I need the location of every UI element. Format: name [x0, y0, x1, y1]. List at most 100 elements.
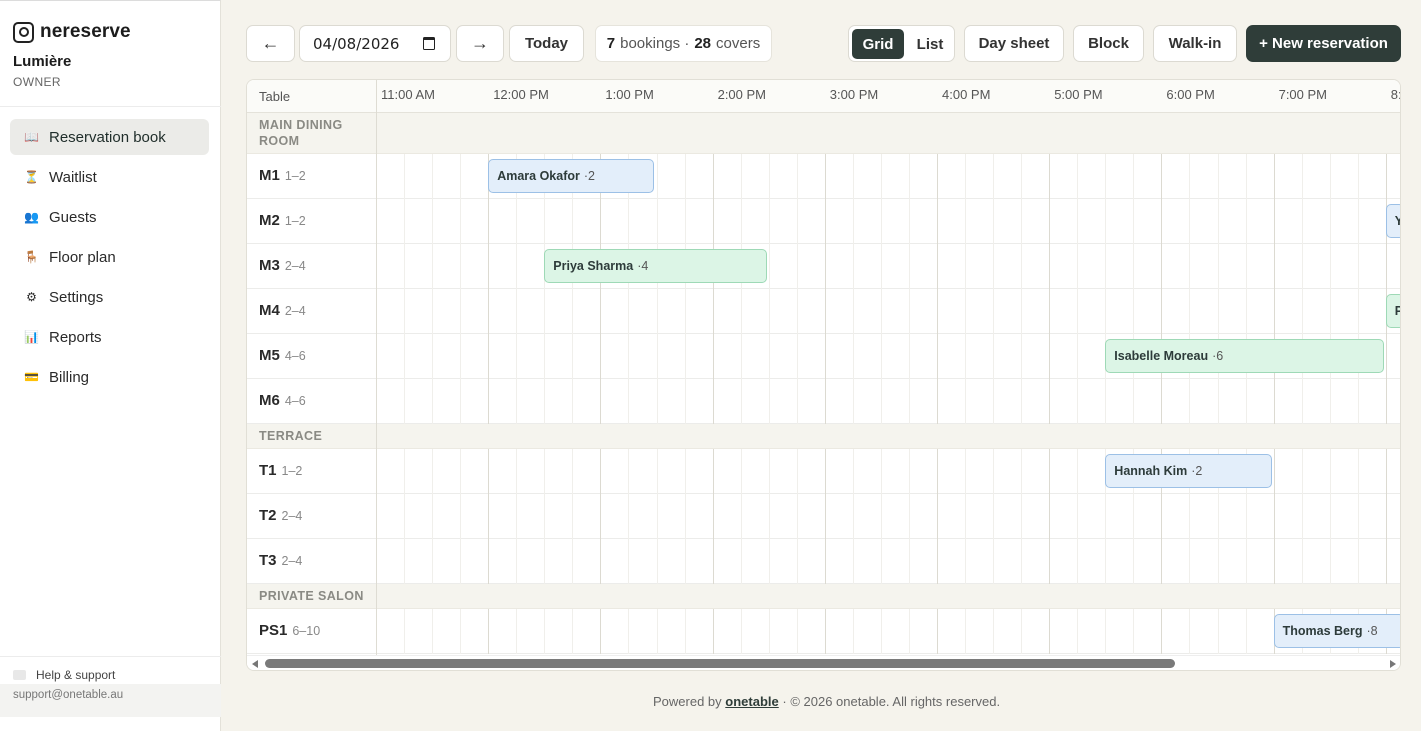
grid-line: [516, 379, 518, 424]
booking-block[interactable]: Hannah Kim ·2: [1105, 454, 1272, 488]
grid-line: [1049, 334, 1051, 379]
grid-line: [880, 539, 882, 584]
day-sheet-button[interactable]: Day sheet: [964, 25, 1064, 62]
scroll-left-icon[interactable]: [252, 660, 258, 668]
grid-line: [544, 289, 546, 334]
booking-block[interactable]: P: [1385, 294, 1400, 328]
grid-line: [1189, 609, 1191, 654]
booking-block[interactable]: Thomas Berg ·8: [1273, 614, 1400, 648]
table-name[interactable]: M3 2–4: [259, 257, 306, 274]
grid-line: [432, 154, 434, 199]
booking-guest: Amara Okafor: [497, 169, 580, 183]
grid-line: [684, 154, 686, 199]
grid-line: [460, 609, 462, 654]
grid-line: [1133, 609, 1135, 654]
booking-block[interactable]: Priya Sharma ·4: [544, 249, 767, 283]
grid-line: [852, 539, 854, 584]
grid-line: [600, 449, 602, 494]
prev-day-button[interactable]: ←: [246, 25, 295, 62]
table-name[interactable]: T2 2–4: [259, 507, 302, 524]
grid-line: [628, 539, 630, 584]
grid-line: [600, 494, 602, 539]
table-name[interactable]: M5 4–6: [259, 347, 306, 364]
grid-line: [1357, 199, 1359, 244]
grid-line: [796, 539, 798, 584]
grid-line: [1301, 289, 1303, 334]
grid-line: [937, 539, 938, 584]
grid-line: [600, 539, 602, 584]
table-name[interactable]: M6 4–6: [259, 392, 306, 409]
grid-line: [1077, 449, 1079, 494]
booking-block[interactable]: Amara Okafor ·2: [488, 159, 655, 193]
today-button[interactable]: Today: [509, 25, 584, 62]
grid-line: [796, 244, 798, 289]
next-day-button[interactable]: →: [456, 25, 504, 62]
grid-line: [1217, 609, 1219, 654]
grid-line: [1385, 334, 1387, 379]
grid-line: [824, 539, 826, 584]
grid-line: [965, 539, 967, 584]
sidebar-item-waitlist[interactable]: ⏳ Waitlist: [10, 159, 209, 195]
horizontal-scrollbar[interactable]: [247, 655, 1400, 670]
grid-line: [880, 449, 882, 494]
table-name-text: M2: [259, 212, 280, 229]
grid-line: [740, 334, 742, 379]
grid-line: [1049, 244, 1051, 289]
grid-line: [1329, 494, 1331, 539]
sidebar-item-billing[interactable]: 💳 Billing: [10, 359, 209, 395]
view-grid-button[interactable]: Grid: [852, 29, 904, 59]
view-list-button[interactable]: List: [907, 29, 953, 59]
booking-party-count: 2: [1195, 464, 1203, 478]
booking-summary: 7 bookings · 28 covers: [595, 25, 772, 62]
table-name[interactable]: T3 2–4: [259, 552, 302, 569]
footer-link[interactable]: onetable: [725, 694, 778, 709]
grid-line: [516, 199, 518, 244]
booking-block[interactable]: Y: [1385, 204, 1400, 238]
grid-line: [796, 334, 798, 379]
grid-line: [937, 244, 938, 289]
sidebar-item-reports[interactable]: 📊 Reports: [10, 319, 209, 355]
booking-party-size: ·8: [1366, 624, 1378, 638]
grid-line: [460, 449, 462, 494]
footer-suffix: · © 2026 onetable. All rights reserved.: [782, 694, 1001, 709]
date-input[interactable]: 04/08/2026: [299, 25, 451, 62]
grid-line: [1077, 334, 1079, 379]
help-link[interactable]: Help & support: [13, 668, 115, 682]
table-name[interactable]: M1 1–2: [259, 167, 306, 184]
card-icon: 💳: [24, 370, 39, 384]
grid-line: [1329, 154, 1331, 199]
grid-line: [1049, 379, 1051, 424]
table-name[interactable]: M4 2–4: [259, 302, 306, 319]
booking-guest: P: [1395, 304, 1400, 318]
new-reservation-button[interactable]: + New reservation: [1246, 25, 1401, 62]
table-name[interactable]: PS1 6–10: [259, 622, 320, 639]
block-button[interactable]: Block: [1073, 25, 1144, 62]
grid-line: [796, 494, 798, 539]
venue-name: Lumière: [13, 53, 72, 70]
grid-line: [993, 289, 995, 334]
sidebar-item-settings[interactable]: ⚙ Settings: [10, 279, 209, 315]
sidebar-item-floor-plan[interactable]: 🪑 Floor plan: [10, 239, 209, 275]
grid-line: [1105, 494, 1107, 539]
table-name[interactable]: T1 1–2: [259, 462, 302, 479]
grid-line: [684, 334, 686, 379]
grid-line: [965, 609, 967, 654]
sidebar-item-guests[interactable]: 👥 Guests: [10, 199, 209, 235]
grid-line: [852, 244, 854, 289]
walk-in-button[interactable]: Walk-in: [1153, 25, 1237, 62]
sidebar-item-reservation-book[interactable]: 📖 Reservation book: [10, 119, 209, 155]
brand[interactable]: nereserve: [13, 21, 131, 43]
grid-line: [712, 199, 714, 244]
grid-line: [432, 494, 434, 539]
calendar-icon[interactable]: [423, 37, 435, 50]
grid-line: [544, 199, 546, 244]
time-label: 1:00 PM: [605, 87, 654, 102]
grid-line: [1133, 244, 1135, 289]
grid-line: [684, 449, 686, 494]
scroll-right-icon[interactable]: [1390, 660, 1396, 668]
scrollbar-thumb[interactable]: [265, 659, 1175, 668]
chart-icon: 📊: [24, 330, 39, 344]
grid-line: [544, 334, 546, 379]
booking-block[interactable]: Isabelle Moreau ·6: [1105, 339, 1384, 373]
table-name[interactable]: M2 1–2: [259, 212, 306, 229]
